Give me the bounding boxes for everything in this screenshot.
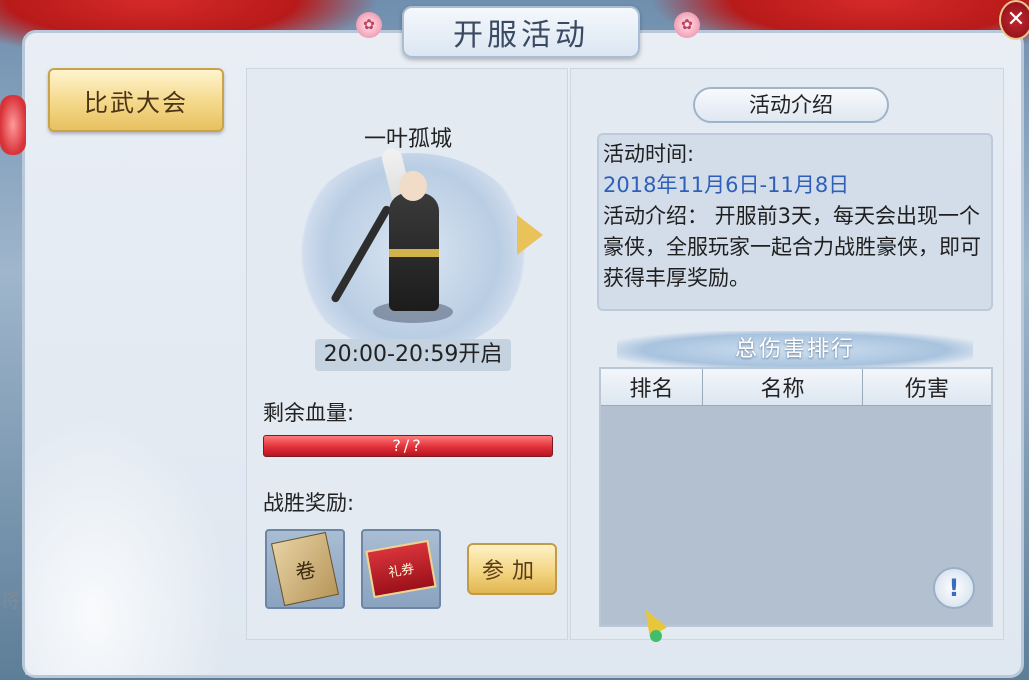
intro-box: 活动时间: 2018年11月6日-11月8日 活动介绍： 开服前3天，每天会出现… xyxy=(597,133,993,311)
activity-date: 2018年11月6日-11月8日 xyxy=(603,173,850,197)
reward-slot-scroll[interactable]: 卷 xyxy=(265,529,345,609)
boss-name: 一叶孤城 xyxy=(363,127,452,152)
boss-portrait xyxy=(293,146,533,353)
next-arrow-button[interactable] xyxy=(517,215,543,255)
activity-description: 活动介绍： 开服前3天，每天会出现一个豪侠，全服玩家一起合力战胜豪侠，即可获得丰… xyxy=(603,204,981,290)
ticket-text: 礼券 xyxy=(387,561,416,581)
boss-panel: 一叶孤城 20:00-20:59开启 剩余血量: ?/? 战胜奖励: 卷 礼券 … xyxy=(246,68,568,640)
hp-label: 剩余血量: xyxy=(263,401,355,425)
ranking-title: 总伤害排行 xyxy=(617,331,973,369)
ranking-header: 排名 名称 伤害 xyxy=(601,369,991,406)
close-icon: ✕ xyxy=(1006,7,1026,32)
sword-icon xyxy=(330,204,392,304)
column-name: 名称 xyxy=(703,369,863,405)
cursor-gem-icon xyxy=(650,630,662,642)
lantern-decoration xyxy=(0,95,26,155)
column-rank: 排名 xyxy=(601,369,703,405)
plum-flower-icon: ✿ xyxy=(356,12,382,38)
plum-flower-icon: ✿ xyxy=(674,12,700,38)
hp-bar: ?/? xyxy=(263,435,553,457)
activity-time-label: 活动时间: xyxy=(603,142,695,166)
close-button[interactable]: ✕ xyxy=(999,0,1029,40)
intro-header: 活动介绍 xyxy=(693,87,889,123)
title-plaque: 开服活动 xyxy=(402,6,640,58)
boss-belt xyxy=(389,249,439,257)
page-title: 开服活动 xyxy=(453,18,589,53)
ranking-table: 排名 名称 伤害 ! xyxy=(599,367,993,627)
boss-head xyxy=(399,171,427,201)
reward-label: 战胜奖励: xyxy=(263,491,355,515)
column-damage: 伤害 xyxy=(904,377,949,402)
info-panel: 活动介绍 活动时间: 2018年11月6日-11月8日 活动介绍： 开服前3天，… xyxy=(570,68,1004,640)
scroll-icon: 卷 xyxy=(270,531,340,607)
gift-ticket-icon: 礼券 xyxy=(365,539,437,599)
info-button[interactable]: ! xyxy=(933,567,975,609)
tab-label: 比武大会 xyxy=(84,88,188,117)
tab-bi-wu-da-hui[interactable]: 比武大会 xyxy=(48,68,224,132)
open-time: 20:00-20:59开启 xyxy=(315,339,511,371)
cloud-decoration xyxy=(25,375,255,675)
reward-slot-ticket[interactable]: 礼券 xyxy=(361,529,441,609)
edge-text: 将 xyxy=(0,588,20,612)
join-button[interactable]: 参加 xyxy=(467,543,557,595)
